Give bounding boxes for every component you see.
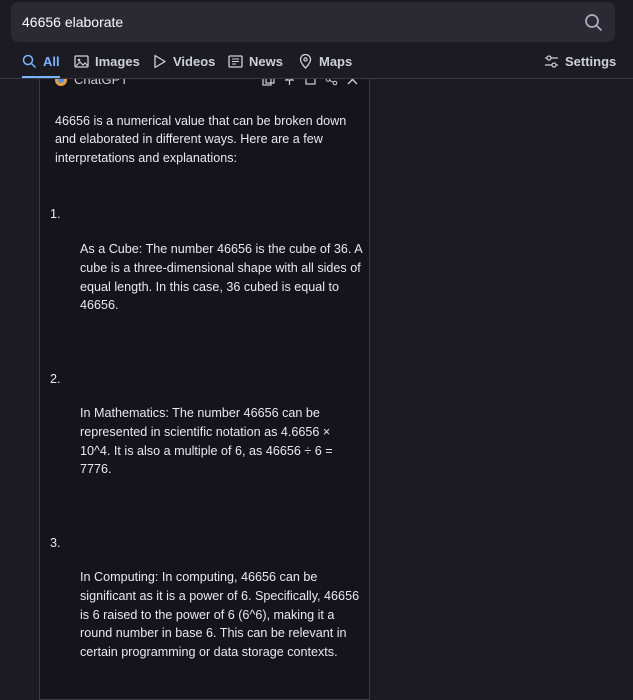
search-input[interactable]: 46656 elaborate: [22, 14, 123, 30]
tab-label: Maps: [319, 54, 353, 69]
tab-label: Videos: [173, 54, 216, 69]
tab-maps[interactable]: Maps: [298, 54, 352, 78]
list-item: In Mathematics: The number 46656 can be …: [80, 406, 333, 477]
tab-label: All: [43, 54, 60, 69]
search-icon: [22, 54, 37, 69]
play-icon: [154, 54, 166, 69]
tab-images[interactable]: Images: [74, 54, 140, 78]
list-number: 2.: [50, 372, 61, 386]
search-bar[interactable]: 46656 elaborate: [11, 2, 615, 42]
list-item: As a Cube: The number 46656 is the cube …: [80, 242, 362, 313]
newspaper-icon: [228, 55, 243, 68]
tab-news[interactable]: News: [228, 54, 283, 78]
tab-bar: All Images Videos News Maps Settings: [0, 54, 633, 78]
chatgpt-panel: ChatGPT 46656 is a numerical value that …: [39, 60, 370, 700]
panel-intro: 46656 is a numerical value that can be b…: [55, 113, 347, 166]
image-icon: [74, 55, 89, 68]
settings-label: Settings: [565, 54, 617, 69]
list-number: 1.: [50, 207, 61, 221]
settings-button[interactable]: Settings: [544, 54, 616, 78]
tab-label: Images: [95, 54, 140, 69]
tab-videos[interactable]: Videos: [152, 54, 215, 78]
sliders-icon: [545, 55, 558, 68]
map-pin-icon: [299, 54, 312, 69]
tab-label: News: [249, 54, 283, 69]
top-bar: 46656 elaborate All Images Videos News M…: [0, 0, 633, 79]
list-number: 3.: [50, 536, 61, 550]
list-item: In Computing: In computing, 46656 can be…: [80, 570, 360, 660]
search-icon[interactable]: [584, 13, 603, 32]
tab-all[interactable]: All: [22, 54, 60, 78]
